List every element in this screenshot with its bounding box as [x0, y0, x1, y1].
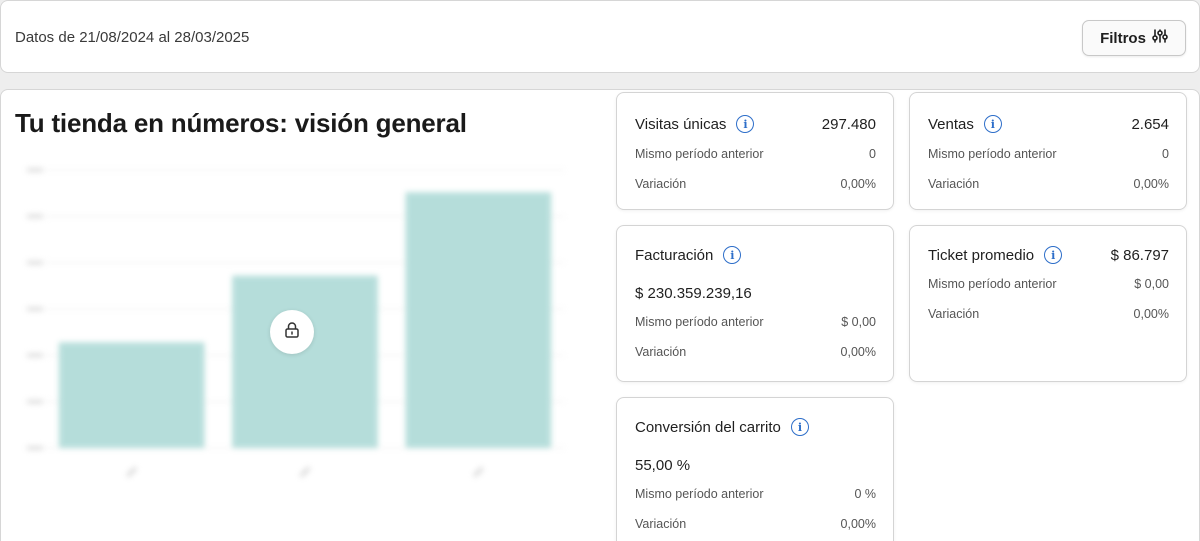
date-range-text: Datos de 21/08/2024 al 28/03/2025 [15, 29, 250, 46]
chart-bar [232, 275, 378, 448]
prev-period-value: 0 [869, 147, 876, 161]
card-value: 2.654 [1131, 116, 1169, 133]
prev-period-value: 0 [1162, 147, 1169, 161]
filters-button-label: Filtros [1100, 29, 1146, 47]
sliders-icon [1152, 29, 1168, 47]
card-title: Visitas únicas i [635, 115, 755, 133]
prev-period-label: Mismo período anterior [928, 277, 1057, 291]
chart-tick-label [27, 399, 43, 404]
chart-category-label [299, 466, 311, 478]
card-title-text: Ticket promedio [928, 246, 1035, 264]
card-title: Facturación i [635, 246, 742, 264]
variation-label: Variación [635, 177, 687, 191]
chart-tick-label [27, 168, 43, 172]
info-icon[interactable]: i [790, 418, 809, 436]
card-value: $ 86.797 [1110, 247, 1169, 264]
card-title-text: Conversión del carrito [635, 418, 781, 436]
info-icon[interactable]: i [1044, 246, 1063, 264]
prev-period-label: Mismo período anterior [928, 147, 1057, 161]
variation-label: Variación [928, 307, 980, 321]
chart-bar [58, 342, 205, 448]
card-value: 297.480 [821, 116, 876, 133]
filters-button[interactable]: Filtros [1082, 20, 1186, 56]
card-title-text: Facturación [635, 246, 714, 264]
chart-tick-label [27, 260, 43, 265]
metric-card-visitas: Visitas únicas i 297.480 Mismo período a… [616, 92, 894, 210]
info-icon[interactable]: i [983, 115, 1002, 133]
variation-value: 0,00% [840, 345, 876, 359]
chart-category-label [472, 466, 484, 478]
info-icon[interactable]: i [736, 115, 755, 133]
metric-card-conversion: Conversión del carrito i 55,00 % Mismo p… [616, 397, 894, 541]
metric-card-ventas: Ventas i 2.654 Mismo período anterior 0 … [909, 92, 1187, 210]
prev-period-label: Mismo período anterior [635, 487, 764, 501]
prev-period-value: $ 0,00 [1134, 277, 1169, 291]
variation-value: 0,00% [1133, 307, 1169, 321]
variation-label: Variación [635, 345, 687, 359]
prev-period-value: 0 % [854, 487, 876, 501]
chart-category-label [126, 466, 138, 478]
variation-label: Variación [635, 517, 687, 531]
chart-tick-label [27, 307, 43, 311]
chart-bar [405, 192, 552, 448]
prev-period-label: Mismo período anterior [635, 315, 764, 329]
card-value: 55,00 % [635, 457, 691, 474]
info-icon[interactable]: i [723, 246, 742, 264]
overview-panel: Tu tienda en números: visión general Vis… [0, 89, 1200, 541]
metric-card-ticket: Ticket promedio i $ 86.797 Mismo período… [909, 225, 1187, 382]
chart-lock-badge[interactable] [270, 310, 314, 354]
variation-value: 0,00% [840, 177, 876, 191]
card-title: Ventas i [928, 115, 1002, 133]
metric-card-facturacion: Facturación i $ 230.359.239,16 Mismo per… [616, 225, 894, 382]
variation-label: Variación [928, 177, 980, 191]
chart-tick-label [27, 214, 43, 219]
card-value: $ 230.359.239,16 [635, 285, 752, 302]
card-title-text: Visitas únicas [635, 115, 727, 133]
card-title: Ticket promedio i [928, 246, 1063, 264]
prev-period-value: $ 0,00 [841, 315, 876, 329]
prev-period-label: Mismo período anterior [635, 147, 764, 161]
date-filter-bar: Datos de 21/08/2024 al 28/03/2025 Filtro… [0, 0, 1200, 73]
variation-value: 0,00% [840, 517, 876, 531]
page-title: Tu tienda en números: visión general [15, 108, 467, 138]
card-title-text: Ventas [928, 115, 974, 133]
card-title: Conversión del carrito i [635, 418, 809, 436]
chart-tick-label [27, 353, 43, 358]
variation-value: 0,00% [1133, 177, 1169, 191]
chart-tick-label [27, 446, 43, 450]
lock-icon [283, 321, 301, 344]
